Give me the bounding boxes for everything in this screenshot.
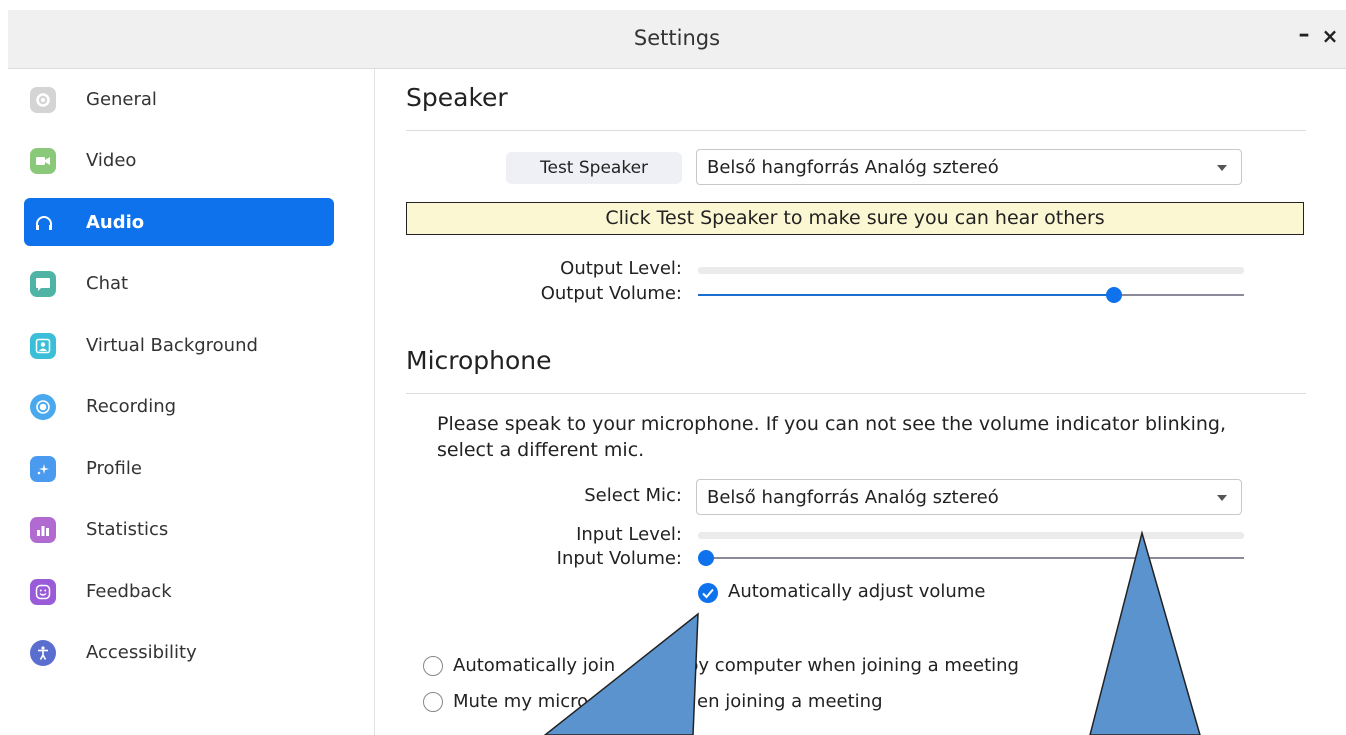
output-volume-label: Output Volume:	[540, 283, 682, 304]
sidebar-item-feedback[interactable]: Feedback	[24, 567, 334, 615]
audio-settings-panel: Speaker Test Speaker Belső hangforrás An…	[375, 69, 1346, 735]
select-mic-label: Select Mic:	[584, 485, 682, 506]
gear-icon	[30, 87, 56, 113]
sidebar-item-label: General	[86, 89, 157, 110]
microphone-section-title: Microphone	[406, 346, 552, 375]
video-camera-icon	[30, 148, 56, 174]
mute-mic-checkbox[interactable]	[423, 692, 443, 712]
sidebar-item-chat[interactable]: Chat	[24, 259, 334, 307]
mute-mic-label-start: Mute my micro	[453, 691, 589, 712]
test-speaker-hint: Click Test Speaker to make sure you can …	[406, 202, 1304, 235]
window-title: Settings	[633, 26, 721, 50]
slider-thumb[interactable]	[1106, 287, 1122, 303]
sidebar-item-label: Statistics	[86, 519, 169, 540]
mute-mic-label-end: en joining a meeting	[697, 691, 883, 712]
minimize-button[interactable]: –	[1294, 22, 1314, 47]
sidebar-item-label: Feedback	[86, 581, 172, 602]
accessibility-icon	[30, 640, 56, 666]
checkmark-icon	[702, 588, 714, 599]
microphone-description: Please speak to your microphone. If you …	[437, 413, 1227, 461]
close-button[interactable]: ×	[1320, 24, 1340, 48]
auto-adjust-volume-label: Automatically adjust volume	[728, 581, 986, 602]
speaker-section-title: Speaker	[406, 83, 508, 112]
mic-select[interactable]: Belső hangforrás Analóg sztereó	[696, 479, 1242, 515]
sidebar-item-accessibility[interactable]: Accessibility	[24, 628, 334, 676]
auto-join-audio-checkbox[interactable]	[423, 656, 443, 676]
input-level-meter	[698, 532, 1244, 539]
title-bar: Settings – ×	[8, 10, 1346, 69]
sidebar-item-virtual-background[interactable]: Virtual Background	[24, 321, 334, 369]
output-level-meter	[698, 267, 1244, 274]
input-volume-label: Input Volume:	[556, 548, 682, 569]
portrait-icon	[30, 333, 56, 359]
input-volume-slider[interactable]	[698, 550, 1244, 566]
input-level-label: Input Level:	[576, 524, 682, 545]
sidebar-item-statistics[interactable]: Statistics	[24, 505, 334, 553]
headphones-icon	[30, 210, 56, 236]
chevron-down-icon	[1217, 495, 1227, 501]
sidebar-item-label: Accessibility	[86, 642, 197, 663]
sidebar-item-label: Profile	[86, 458, 142, 479]
chat-bubble-icon	[30, 271, 56, 297]
smile-icon	[30, 579, 56, 605]
sidebar-item-general[interactable]: General	[24, 75, 334, 123]
sidebar-item-label: Recording	[86, 396, 177, 417]
sidebar-item-video[interactable]: Video	[24, 136, 334, 184]
auto-join-audio-label-end: by computer when joining a meeting	[687, 655, 1019, 676]
speaker-select[interactable]: Belső hangforrás Analóg sztereó	[696, 149, 1242, 185]
slider-fill	[698, 294, 1114, 296]
divider	[406, 393, 1306, 394]
sidebar-item-label: Chat	[86, 273, 129, 294]
auto-join-audio-label-start: Automatically join	[453, 655, 616, 676]
sidebar-item-recording[interactable]: Recording	[24, 382, 334, 430]
output-level-label: Output Level:	[560, 258, 682, 279]
slider-track	[698, 557, 1244, 559]
sidebar-item-audio[interactable]: Audio	[24, 198, 334, 246]
slider-thumb[interactable]	[698, 550, 714, 566]
sidebar-item-label: Virtual Background	[86, 335, 258, 356]
sidebar-item-profile[interactable]: Profile	[24, 444, 334, 492]
sidebar-item-label: Audio	[86, 212, 145, 233]
sparkle-icon	[30, 456, 56, 482]
mic-select-value: Belső hangforrás Analóg sztereó	[707, 487, 999, 508]
divider	[406, 130, 1306, 131]
record-icon	[30, 394, 56, 420]
test-speaker-button[interactable]: Test Speaker	[506, 152, 682, 184]
speaker-select-value: Belső hangforrás Analóg sztereó	[707, 157, 999, 178]
chevron-down-icon	[1217, 165, 1227, 171]
sidebar: General Video Audio Chat Virtual Backgro…	[8, 69, 375, 735]
output-volume-slider[interactable]	[698, 287, 1244, 303]
bar-chart-icon	[30, 517, 56, 543]
sidebar-item-label: Video	[86, 150, 137, 171]
auto-adjust-volume-checkbox[interactable]	[698, 583, 718, 603]
